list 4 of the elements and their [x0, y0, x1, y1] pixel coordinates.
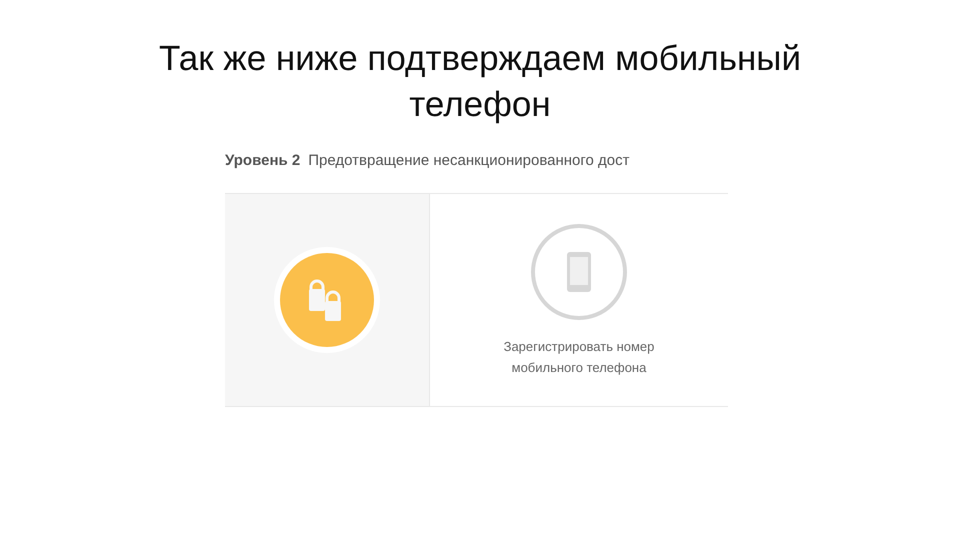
step-label: Зарегистрировать номер мобильного телефона: [502, 338, 656, 377]
section-description: Предотвращение несанкционированного дост: [308, 152, 630, 169]
level-label: Уровень 2: [225, 152, 300, 169]
slide-title: Так же ниже подтверждаем мобильный телефон: [158, 38, 802, 126]
